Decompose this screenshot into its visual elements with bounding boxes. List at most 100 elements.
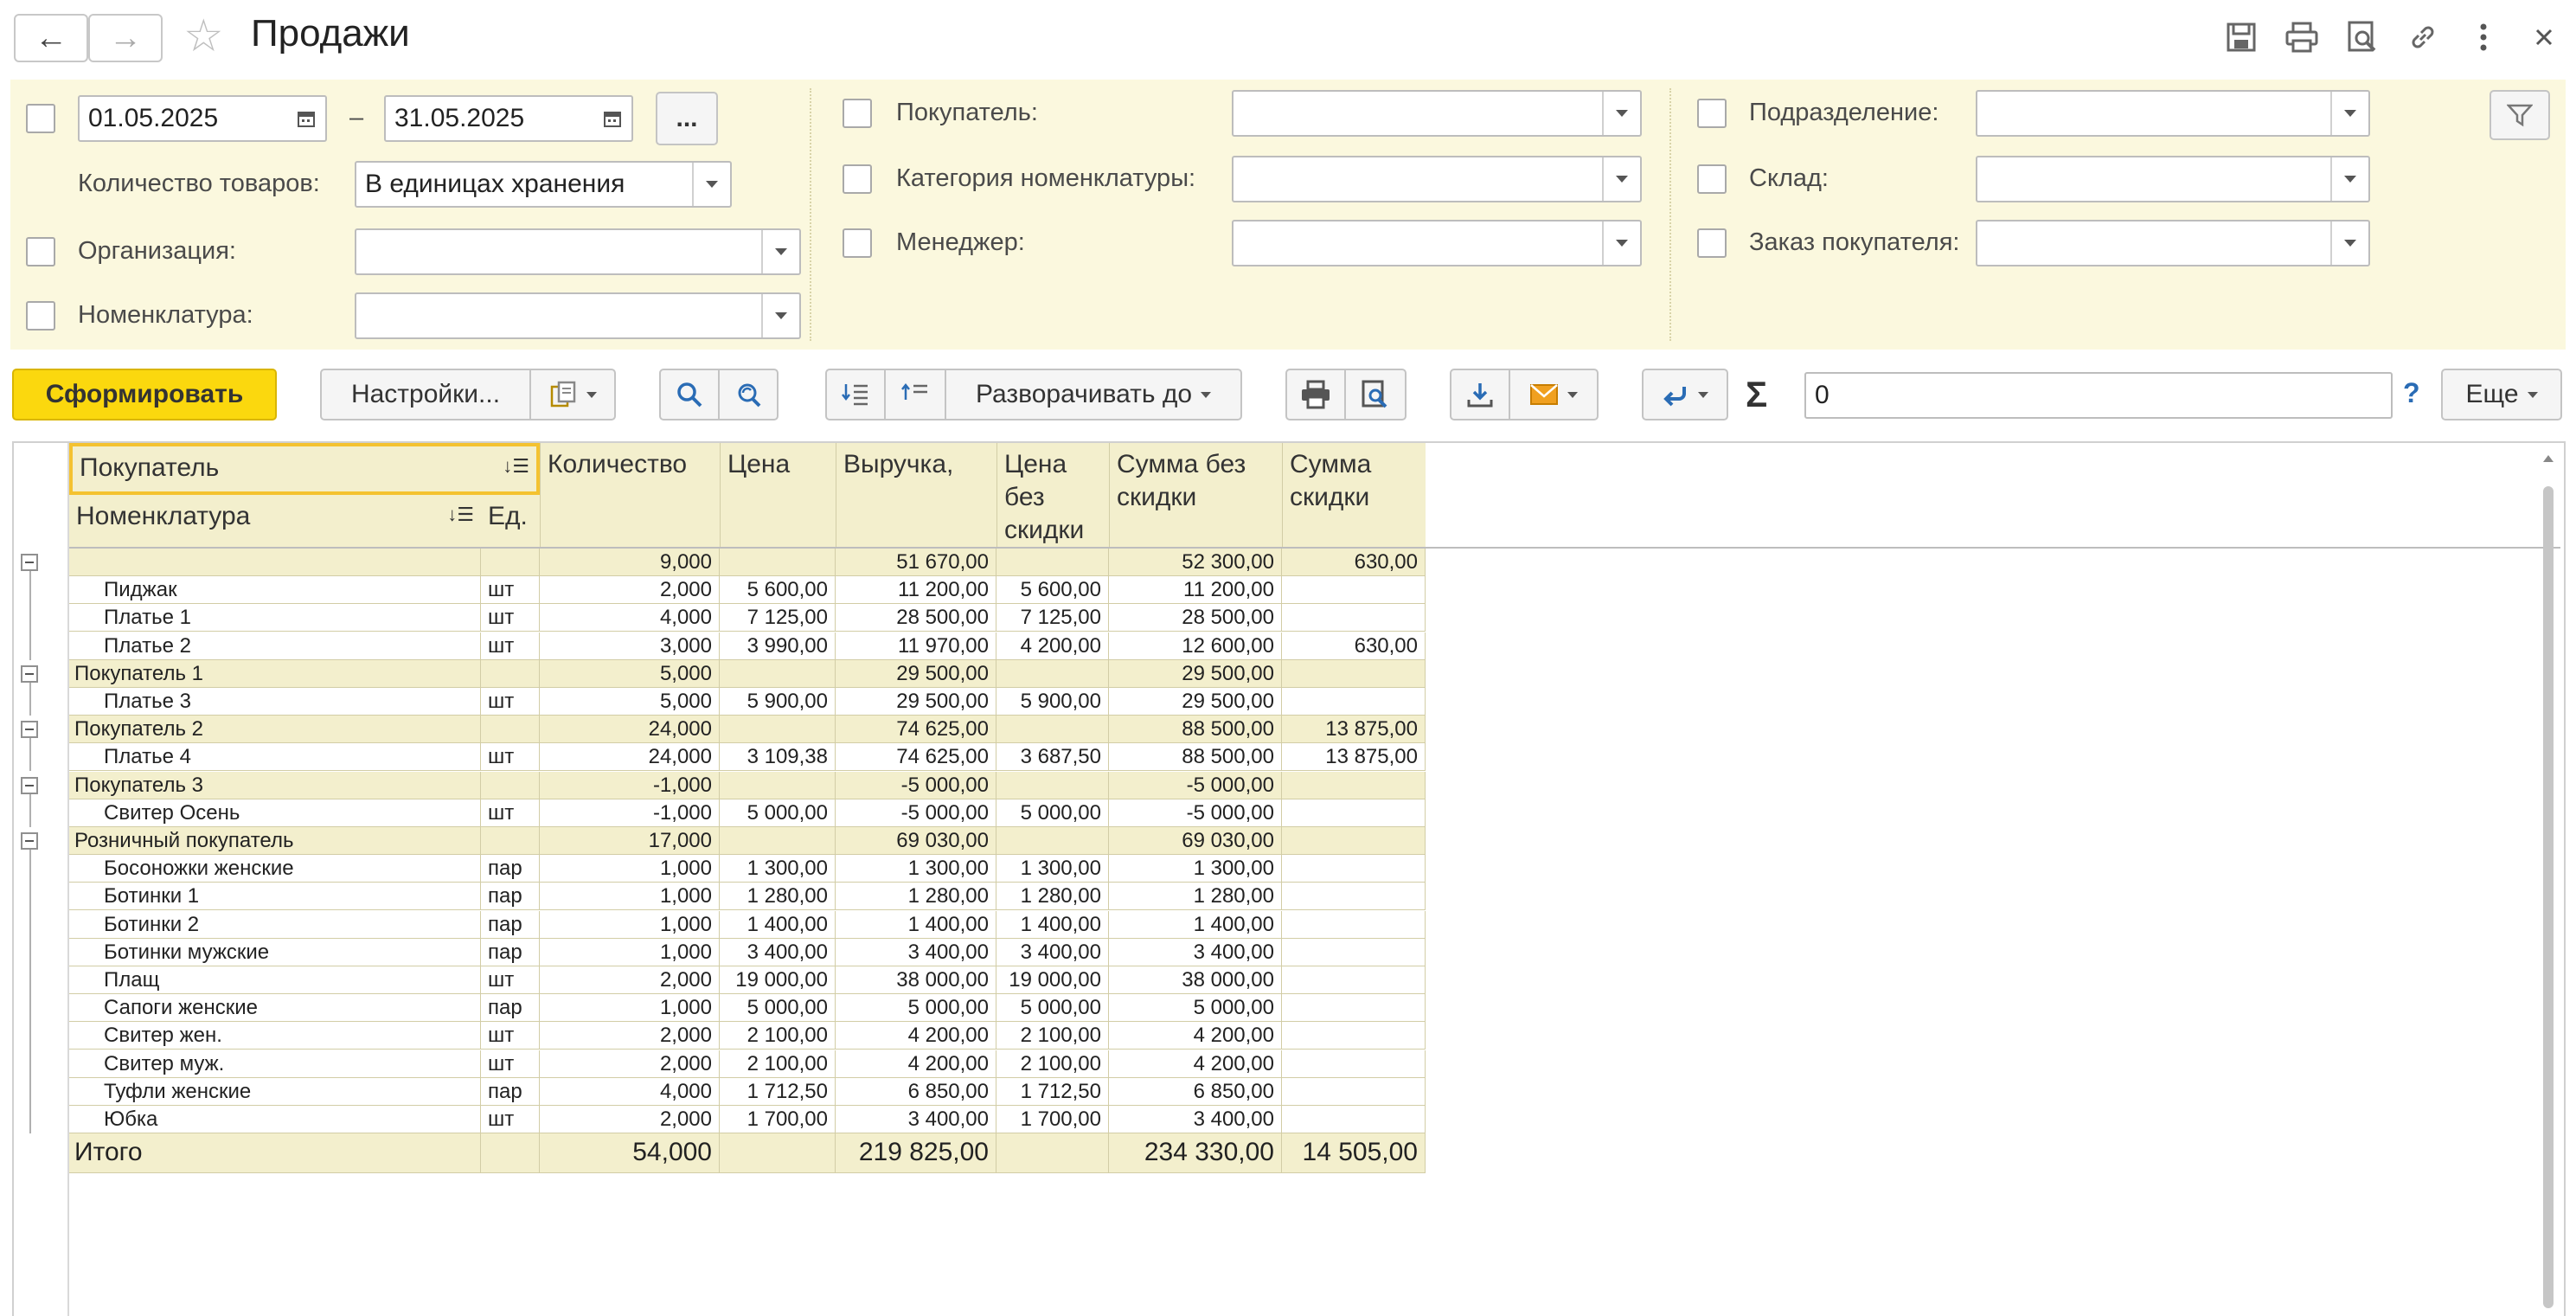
table-row[interactable]: Свитер Осень шт -1,000 5 000,00 -5 000,00 5 0… [69, 799, 1426, 827]
chevron-down-icon[interactable] [761, 230, 799, 273]
print-icon[interactable] [2280, 16, 2323, 59]
table-row[interactable]: Свитер жен. шт 2,000 2 100,00 4 200,00 2 100,… [69, 1022, 1426, 1050]
group-row[interactable]: Розничный покупатель 17,000 69 030,00 69 03… [69, 827, 1426, 855]
header-nomenclature[interactable]: Номенклатура ↓☰ [69, 495, 481, 547]
link-icon[interactable] [2401, 16, 2445, 59]
table-row[interactable]: Плащ шт 2,000 19 000,00 38 000,00 19 000,00 38… [69, 966, 1426, 994]
forward-button[interactable]: → [88, 14, 163, 62]
table-row[interactable]: Свитер муж. шт 2,000 2 100,00 4 200,00 2 100,… [69, 1050, 1426, 1078]
collapse-toggle-icon[interactable] [21, 665, 38, 683]
table-row[interactable]: Платье 2 шт 3,000 3 990,00 11 970,00 4 200,00… [69, 632, 1426, 660]
settings-button[interactable]: Настройки... [320, 369, 531, 420]
group-row[interactable]: 9,000 51 670,00 52 300,00 630,00 [69, 549, 1426, 576]
search-next-button[interactable] [718, 369, 779, 420]
table-row[interactable]: Туфли женские пар 4,000 1 712,50 6 850,00 1 7… [69, 1078, 1426, 1106]
total-row[interactable]: Итого 54,000 219 825,00 234 330,00 14 505,00 [69, 1133, 1426, 1173]
period-to-field[interactable]: 31.05.2025 [384, 95, 633, 142]
chevron-down-icon[interactable] [761, 294, 799, 337]
table-row[interactable]: Ботинки мужские пар 1,000 3 400,00 3 400,00 3… [69, 939, 1426, 966]
chevron-down-icon[interactable] [1602, 92, 1640, 135]
return-arrow-icon [1663, 387, 1686, 407]
cell-unit: шт [481, 743, 540, 771]
organization-field[interactable] [355, 228, 801, 275]
header-price[interactable]: Цена [720, 443, 836, 547]
table-row[interactable]: Босоножки женские пар 1,000 1 300,00 1 300,0… [69, 855, 1426, 883]
cell-price [720, 827, 836, 855]
organization-checkbox[interactable] [26, 237, 55, 266]
table-row[interactable]: Пиджак шт 2,000 5 600,00 11 200,00 5 600,00 11… [69, 576, 1426, 604]
division-field[interactable] [1976, 90, 2370, 137]
header-revenue[interactable]: Выручка, [836, 443, 996, 547]
calendar-icon[interactable] [287, 97, 325, 140]
scroll-thumb[interactable] [2543, 486, 2554, 1308]
division-checkbox[interactable] [1697, 99, 1727, 128]
save-icon[interactable] [2220, 16, 2263, 59]
category-field[interactable] [1232, 156, 1642, 202]
scroll-up-icon[interactable] [2543, 455, 2554, 462]
report-area[interactable]: Покупатель ↓☰ Номенклатура ↓☰ Ед. Количе… [12, 441, 2566, 1316]
send-email-button[interactable] [1509, 369, 1599, 420]
chevron-down-icon[interactable] [1602, 157, 1640, 201]
chevron-down-icon[interactable] [1602, 221, 1640, 265]
filter-button[interactable] [2489, 90, 2550, 140]
warehouse-checkbox[interactable] [1697, 164, 1727, 194]
table-row[interactable]: Ботинки 2 пар 1,000 1 400,00 1 400,00 1 400,0… [69, 911, 1426, 939]
chevron-down-icon[interactable] [2330, 92, 2368, 135]
search-button[interactable] [659, 369, 720, 420]
table-row[interactable]: Платье 1 шт 4,000 7 125,00 28 500,00 7 125,00… [69, 604, 1426, 632]
table-row[interactable]: Сапоги женские пар 1,000 5 000,00 5 000,00 5 … [69, 994, 1426, 1022]
collapse-all-button[interactable] [825, 369, 886, 420]
header-price-no-discount[interactable]: Цена без скидки [996, 443, 1109, 547]
order-field[interactable] [1976, 220, 2370, 266]
category-checkbox[interactable] [843, 164, 872, 194]
header-discount[interactable]: Сумма скидки [1282, 443, 1426, 547]
expand-all-button[interactable] [884, 369, 946, 420]
navigate-button[interactable] [1642, 369, 1728, 420]
print-button[interactable] [1285, 369, 1346, 420]
collapse-toggle-icon[interactable] [21, 832, 38, 850]
table-row[interactable]: Ботинки 1 пар 1,000 1 280,00 1 280,00 1 280,0… [69, 883, 1426, 910]
chevron-down-icon[interactable] [2330, 157, 2368, 201]
table-row[interactable]: Платье 3 шт 5,000 5 900,00 29 500,00 5 900,00… [69, 688, 1426, 716]
collapse-toggle-icon[interactable] [21, 554, 38, 571]
expand-to-button[interactable]: Разворачивать до [945, 369, 1242, 420]
group-row[interactable]: Покупатель 2 24,000 74 625,00 88 500,00 13 8… [69, 716, 1426, 743]
chevron-down-icon[interactable] [692, 163, 730, 206]
variant-menu-button[interactable] [529, 369, 616, 420]
preview-icon[interactable] [2341, 16, 2384, 59]
export-button[interactable] [1450, 369, 1510, 420]
collapse-toggle-icon[interactable] [21, 721, 38, 738]
manager-field[interactable] [1232, 220, 1642, 266]
preview-button[interactable] [1344, 369, 1407, 420]
period-from-field[interactable]: 01.05.2025 [78, 95, 327, 142]
table-row[interactable]: Юбка шт 2,000 1 700,00 3 400,00 1 700,00 3 400… [69, 1106, 1426, 1133]
close-icon[interactable] [2522, 16, 2566, 59]
order-checkbox[interactable] [1697, 228, 1727, 258]
nomenclature-checkbox[interactable] [26, 301, 55, 331]
qty-units-select[interactable]: В единицах хранения [355, 161, 732, 208]
header-buyer[interactable]: Покупатель ↓☰ [69, 443, 540, 495]
back-button[interactable]: ← [14, 14, 88, 62]
group-row[interactable]: Покупатель 3 -1,000 -5 000,00 -5 000,00 [69, 772, 1426, 799]
more-button[interactable]: Еще [2441, 369, 2562, 420]
buyer-field[interactable] [1232, 90, 1642, 137]
help-link[interactable]: ? [2403, 377, 2420, 409]
chevron-down-icon[interactable] [2330, 221, 2368, 265]
cell-price: 5 000,00 [720, 994, 836, 1022]
more-vertical-icon[interactable] [2462, 16, 2505, 59]
table-row[interactable]: Платье 4 шт 24,000 3 109,38 74 625,00 3 687,5… [69, 743, 1426, 771]
group-row[interactable]: Покупатель 1 5,000 29 500,00 29 500,00 [69, 660, 1426, 688]
buyer-checkbox[interactable] [843, 99, 872, 128]
period-select-button[interactable]: ... [656, 92, 718, 145]
period-checkbox[interactable] [26, 104, 55, 133]
warehouse-field[interactable] [1976, 156, 2370, 202]
collapse-toggle-icon[interactable] [21, 777, 38, 794]
cell-discount [1282, 855, 1426, 883]
favorite-star-icon[interactable]: ☆ [183, 12, 224, 61]
manager-checkbox[interactable] [843, 228, 872, 258]
nomenclature-field[interactable] [355, 292, 801, 339]
generate-button[interactable]: Сформировать [12, 369, 277, 420]
header-qty[interactable]: Количество [540, 443, 720, 547]
calendar-icon[interactable] [593, 97, 631, 140]
header-sum-no-discount[interactable]: Сумма без скидки [1109, 443, 1282, 547]
